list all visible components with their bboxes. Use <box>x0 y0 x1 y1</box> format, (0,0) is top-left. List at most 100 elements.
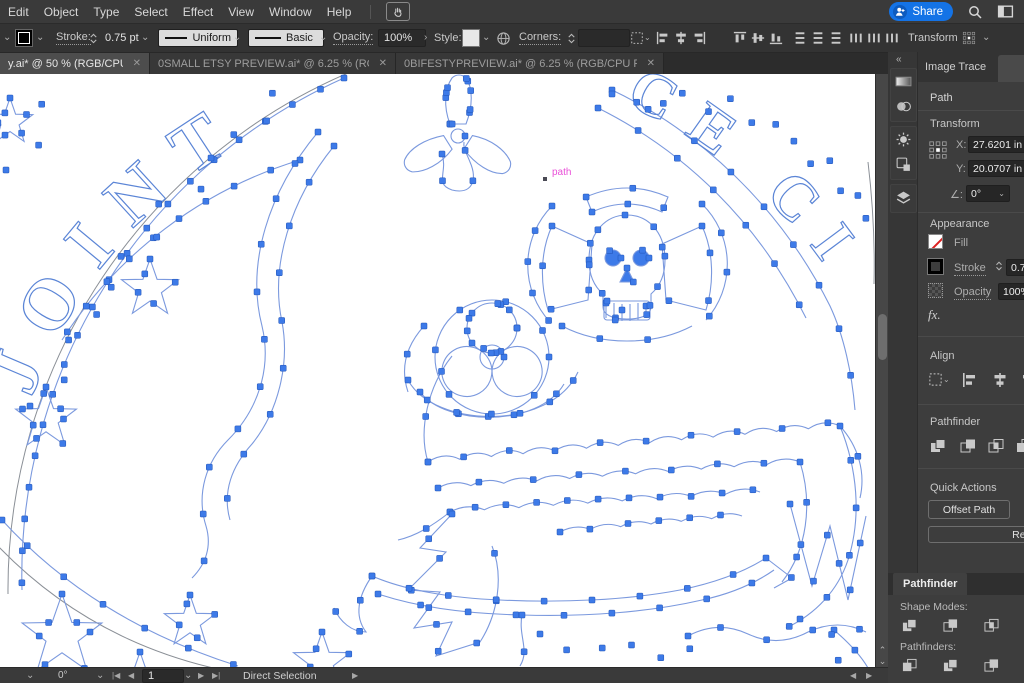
align-right-icon[interactable] <box>692 24 706 52</box>
distribute-top-icon[interactable] <box>793 24 807 52</box>
menu-item-effect[interactable]: Effect <box>183 5 213 19</box>
appearance-panel-icon[interactable] <box>891 127 916 152</box>
chevron-down-icon[interactable]: ⌄ <box>319 24 327 52</box>
fill-swatch[interactable] <box>928 234 943 249</box>
close-icon[interactable]: ✕ <box>133 58 141 69</box>
transform-label[interactable]: Transform <box>908 24 958 52</box>
vertical-scrollbar[interactable]: ⌃ ⌄ <box>875 74 888 667</box>
distribute-middle-icon[interactable] <box>867 24 881 52</box>
pathfinder-intersect-icon[interactable] <box>988 438 1004 454</box>
fill-stroke-swatch[interactable] <box>15 24 33 52</box>
brush-select[interactable]: Basic <box>248 24 324 52</box>
shape-mode-minus-front-icon[interactable] <box>943 618 958 633</box>
align-bottom-icon[interactable] <box>769 24 783 52</box>
align-right-icon[interactable] <box>1020 372 1024 388</box>
y-field[interactable]: 20.0707 in <box>968 160 1024 177</box>
fx-button[interactable]: fx. <box>928 307 941 323</box>
last-artboard-icon[interactable]: ▶| <box>212 668 220 683</box>
first-artboard-icon[interactable]: |◀ <box>112 668 120 683</box>
menu-item-object[interactable]: Object <box>44 5 79 19</box>
gradient-panel-icon[interactable] <box>891 69 916 94</box>
align-center-icon[interactable] <box>992 372 1008 388</box>
stroke-weight-value[interactable]: 0.75 pt <box>100 24 144 52</box>
align-to-selection-icon[interactable]: ⌄ <box>630 24 651 52</box>
stroke-weight-label[interactable]: Stroke: <box>56 24 91 52</box>
chevron-down-icon[interactable]: ⌄ <box>482 24 490 52</box>
chevron-down-icon[interactable]: ⌄ <box>141 24 149 52</box>
pathfinder-panel-tab[interactable]: Pathfinder <box>893 573 967 595</box>
align-left-icon[interactable] <box>962 372 978 388</box>
document-tab[interactable]: 0BIFESTYPREVIEW.ai* @ 6.25 % (RGB/CPU Pr… <box>396 53 664 74</box>
opacity-swatch[interactable] <box>928 283 943 298</box>
chevron-down-icon[interactable]: ⌄ <box>233 24 241 52</box>
chevron-right-icon[interactable]: › <box>424 24 427 52</box>
align-to-icon[interactable]: ⌄ <box>928 372 950 387</box>
next-artboard-icon[interactable]: ▶ <box>198 668 204 683</box>
style-swatch[interactable] <box>462 24 480 52</box>
width-profile-select[interactable]: Uniform <box>158 24 238 52</box>
align-center-icon[interactable] <box>674 24 688 52</box>
distribute-center-icon[interactable] <box>811 24 825 52</box>
chevron-down-icon[interactable]: ⌄ <box>36 24 44 52</box>
menu-item-window[interactable]: Window <box>269 5 312 19</box>
pathfinder-merge-icon[interactable] <box>984 658 999 673</box>
share-button[interactable]: Share <box>889 2 953 21</box>
menu-item-select[interactable]: Select <box>134 5 167 19</box>
stroke-weight-field[interactable]: 0.75 <box>1006 259 1024 276</box>
stroke-label[interactable]: Stroke <box>954 262 986 276</box>
pathfinder-exclude-icon[interactable] <box>1016 438 1024 454</box>
recolor-button[interactable]: Recol <box>928 526 1024 543</box>
distribute-bottom-icon[interactable] <box>829 24 843 52</box>
distribute-right-icon[interactable] <box>885 24 899 52</box>
transparency-panel-icon[interactable] <box>891 94 916 119</box>
zoom-level-dropdown-icon[interactable]: ⌄ <box>26 668 34 683</box>
offset-path-button[interactable]: Offset Path <box>928 500 1010 519</box>
distribute-left-icon[interactable] <box>849 24 863 52</box>
tab-partial[interactable] <box>998 55 1024 82</box>
layers-panel-icon[interactable] <box>891 185 916 210</box>
document-setup-globe-icon[interactable] <box>496 24 511 52</box>
tab-image-trace[interactable]: Image Trace <box>918 61 993 73</box>
stroke-swatch[interactable] <box>928 259 943 274</box>
menu-item-help[interactable]: Help <box>327 5 352 19</box>
graphic-styles-panel-icon[interactable] <box>891 152 916 177</box>
fill-label[interactable]: Fill <box>954 237 968 249</box>
scroll-right-icon[interactable]: ▶ <box>866 668 872 683</box>
opacity-field[interactable]: 100% <box>998 283 1024 300</box>
canvas-area[interactable]: JOINT CE CI path <box>0 74 875 667</box>
corners-label[interactable]: Corners: <box>519 24 561 52</box>
pathfinder-divide-icon[interactable] <box>902 658 917 673</box>
close-icon[interactable]: ✕ <box>647 58 655 69</box>
opacity-label[interactable]: Opacity: <box>333 24 373 52</box>
reference-point-locator[interactable] <box>928 140 948 160</box>
search-icon[interactable] <box>967 4 983 20</box>
rotation-dropdown-icon[interactable]: ⌄ <box>96 668 104 683</box>
menu-item-type[interactable]: Type <box>93 5 119 19</box>
opacity-label[interactable]: Opacity <box>954 286 991 300</box>
close-icon[interactable]: ✕ <box>379 58 387 69</box>
pathfinder-trim-icon[interactable] <box>943 658 958 673</box>
workspace-switcher-icon[interactable] <box>997 3 1014 20</box>
rotation-field[interactable]: 0°⌄ <box>966 185 1010 202</box>
scroll-left-icon[interactable]: ◀ <box>850 668 856 683</box>
shape-mode-intersect-icon[interactable] <box>984 618 999 633</box>
status-options-icon[interactable]: ▶ <box>352 668 358 683</box>
opacity-value[interactable]: 100% <box>378 24 426 52</box>
align-top-icon[interactable] <box>733 24 747 52</box>
collapse-panels-icon[interactable]: « <box>896 54 902 65</box>
isolate-selection-icon[interactable] <box>962 24 976 52</box>
chevron-down-icon[interactable]: ⌄ <box>982 24 990 52</box>
artboard-number-field[interactable]: 1 <box>142 668 184 683</box>
artwork-svg[interactable]: JOINT CE CI <box>0 74 875 667</box>
corners-stepper[interactable] <box>566 24 577 52</box>
document-tab[interactable]: y.ai* @ 50 % (RGB/CPU Preview) ✕ <box>0 53 150 74</box>
align-middle-icon[interactable] <box>751 24 765 52</box>
stroke-stepper[interactable] <box>88 24 99 52</box>
chevron-down-icon[interactable]: ⌄ <box>3 24 11 52</box>
pathfinder-unite-icon[interactable] <box>930 438 946 454</box>
scrollbar-thumb[interactable] <box>878 314 887 360</box>
x-field[interactable]: 27.6201 in <box>968 136 1024 153</box>
menu-item-view[interactable]: View <box>228 5 254 19</box>
menu-item-edit[interactable]: Edit <box>8 5 29 19</box>
align-left-icon[interactable] <box>656 24 670 52</box>
